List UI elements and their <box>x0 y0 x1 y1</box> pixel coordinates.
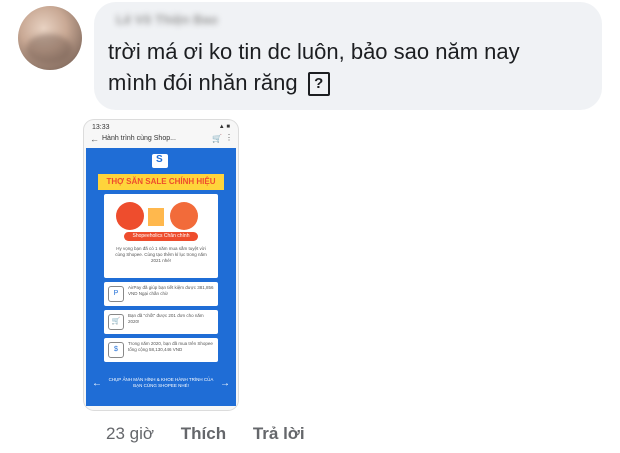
prev-arrow-icon[interactable]: ← <box>92 378 102 389</box>
comment-text: trời má ơi ko tin dc luôn, bảo sao năm n… <box>108 36 588 98</box>
row-text: Bạn đã "chốt" được 201 đơn cho năm 2020! <box>128 313 204 324</box>
comment-line-1: trời má ơi ko tin dc luôn, bảo sao năm n… <box>108 39 520 64</box>
cart-icon: 🛒 <box>212 134 222 143</box>
comment-line-2: mình đói nhăn răng <box>108 70 298 95</box>
next-arrow-icon[interactable]: → <box>220 378 230 389</box>
mascot-illustration-right <box>170 202 198 230</box>
airpay-icon: P <box>108 286 124 302</box>
status-time: 13:33 <box>92 124 110 131</box>
reply-button[interactable]: Trả lời <box>253 424 305 443</box>
row-text: AirPay đã giúp bạn tiết kiệm được 381,85… <box>128 285 214 296</box>
back-arrow-icon: ← <box>90 134 99 144</box>
card-text: Hy vọng bạn đã có 1 năm mua sắm tuyệt vờ… <box>115 246 207 263</box>
footer-text: CHỤP ẢNH MÀN HÌNH & KHOE HÀNH TRÌNH CỦA … <box>108 377 214 388</box>
more-icon: ⋮ <box>225 133 233 142</box>
commenter-avatar[interactable] <box>18 6 82 70</box>
comment-timestamp[interactable]: 23 giờ <box>106 424 154 443</box>
status-icons: ▲ ■ <box>218 124 230 130</box>
airpay-row: P AirPay đã giúp bạn tiết kiệm được 381,… <box>104 282 218 306</box>
recap-panel: THỢ SĂN SALE CHÍNH HIỆU Shopeeholics Châ… <box>86 148 236 406</box>
mascot-illustration-left <box>116 202 144 230</box>
badge-pill: Shopeeholics Chân chính <box>124 232 198 241</box>
comment-author[interactable]: Lê Võ Thiện Bao <box>116 12 218 27</box>
recap-banner: THỢ SĂN SALE CHÍNH HIỆU <box>98 174 224 190</box>
app-navbar: ← Hành trình cùng Shop... 🛒 ⋮ <box>84 132 238 148</box>
like-button[interactable]: Thích <box>181 424 226 443</box>
shopee-bag-icon <box>152 154 168 168</box>
spend-row: $ Trong năm 2020, bạn đã mua trên Shopee… <box>104 338 218 362</box>
row-text: Trong năm 2020, bạn đã mua trên Shopee t… <box>128 341 213 352</box>
missing-emoji-icon: ? <box>307 72 330 96</box>
orders-row: 🛒 Bạn đã "chốt" được 201 đơn cho năm 202… <box>104 310 218 334</box>
money-bag-icon: $ <box>108 342 124 358</box>
recap-footer: ← CHỤP ẢNH MÀN HÌNH & KHOE HÀNH TRÌNH CỦ… <box>86 374 236 398</box>
comment-actions: 23 giờ Thích Trả lời <box>106 424 327 444</box>
gift-illustration <box>148 208 164 226</box>
cart-row-icon: 🛒 <box>108 314 124 330</box>
avatar-photo <box>26 34 72 64</box>
attached-screenshot[interactable]: 13:33 ▲ ■ ← Hành trình cùng Shop... 🛒 ⋮ … <box>84 120 238 410</box>
mascot-card: Shopeeholics Chân chính Hy vọng bạn đã c… <box>104 194 218 278</box>
nav-title: Hành trình cùng Shop... <box>102 135 176 142</box>
comment-bubble: Lê Võ Thiện Bao trời má ơi ko tin dc luô… <box>94 2 602 110</box>
